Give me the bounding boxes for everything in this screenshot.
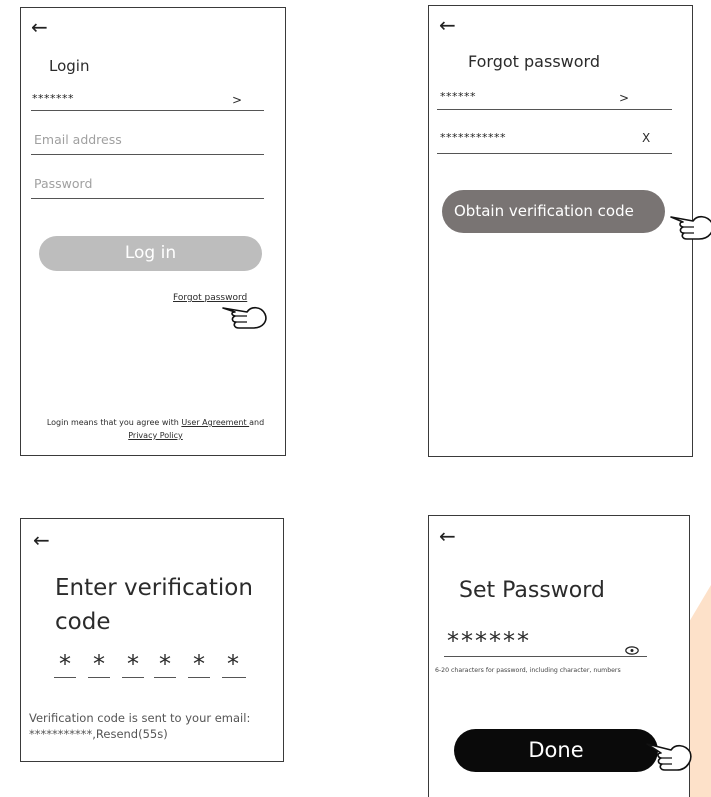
- forgot-password-screen: ← Forgot password ****** > *********** X…: [428, 5, 711, 457]
- code-digit: *: [127, 650, 139, 678]
- password-hint: 6-20 characters for password, including …: [435, 667, 621, 674]
- password-input[interactable]: Password: [34, 176, 92, 191]
- divider: [444, 656, 647, 657]
- code-digit: *: [159, 650, 171, 678]
- code-digit: *: [59, 650, 71, 678]
- agreement-prefix: Login means that you agree with: [46, 418, 182, 427]
- chevron-right-icon[interactable]: >: [232, 93, 242, 107]
- chevron-right-icon[interactable]: >: [619, 91, 629, 105]
- obtain-code-button[interactable]: Obtain verification code: [442, 190, 665, 233]
- resend-link[interactable]: ***********,Resend(55s): [29, 726, 250, 742]
- privacy-policy-link[interactable]: Privacy Policy: [128, 431, 183, 440]
- code-digit: *: [93, 650, 105, 678]
- digit-underline: [54, 677, 76, 678]
- pointing-hand-icon: [645, 738, 693, 774]
- user-agreement-link[interactable]: User Agreement: [181, 418, 249, 427]
- title-line-2: code: [55, 609, 111, 635]
- divider: [31, 110, 264, 111]
- login-button[interactable]: Log in: [39, 236, 262, 271]
- divider: [31, 198, 264, 199]
- code-sent-text: Verification code is sent to your email:…: [29, 710, 250, 742]
- code-sent-line-1: Verification code is sent to your email:: [29, 711, 251, 725]
- verification-screen: ← Enter verification code * * * * * * Ve…: [20, 518, 284, 762]
- back-arrow-icon[interactable]: ←: [31, 17, 48, 37]
- divider: [437, 153, 672, 154]
- pointing-hand-icon: [669, 209, 711, 243]
- back-arrow-icon[interactable]: ←: [439, 526, 456, 546]
- pointing-hand-icon: [221, 302, 269, 332]
- divider: [31, 154, 264, 155]
- login-screen: ← Login ******* > Email address Password…: [20, 7, 286, 456]
- title-line-1: Enter verification: [55, 575, 253, 601]
- digit-underline: [222, 677, 246, 678]
- page-title: Forgot password: [468, 52, 600, 71]
- account-field[interactable]: *******: [32, 92, 74, 105]
- agreement-text: Login means that you agree with User Agr…: [33, 416, 278, 442]
- page-title: Login: [49, 57, 90, 75]
- agreement-and: and: [249, 418, 265, 427]
- digit-underline: [122, 677, 144, 678]
- page-title: Set Password: [459, 578, 605, 603]
- code-digit: *: [227, 650, 239, 678]
- region-field[interactable]: ******: [440, 90, 476, 103]
- code-digit: *: [193, 650, 205, 678]
- clear-icon[interactable]: X: [642, 131, 650, 145]
- code-input[interactable]: * * * * * *: [54, 650, 254, 678]
- digit-underline: [88, 677, 110, 678]
- back-arrow-icon[interactable]: ←: [439, 15, 456, 35]
- digit-underline: [154, 677, 176, 678]
- email-input[interactable]: Email address: [34, 132, 122, 147]
- done-button[interactable]: Done: [454, 729, 658, 772]
- set-password-screen: ← Set Password ****** 6-20 characters fo…: [428, 515, 693, 797]
- divider: [437, 109, 672, 110]
- email-field[interactable]: ***********: [440, 131, 506, 144]
- page-title: Enter verification code: [55, 571, 253, 639]
- digit-underline: [188, 677, 210, 678]
- back-arrow-icon[interactable]: ←: [33, 530, 50, 550]
- password-field[interactable]: ******: [447, 629, 531, 653]
